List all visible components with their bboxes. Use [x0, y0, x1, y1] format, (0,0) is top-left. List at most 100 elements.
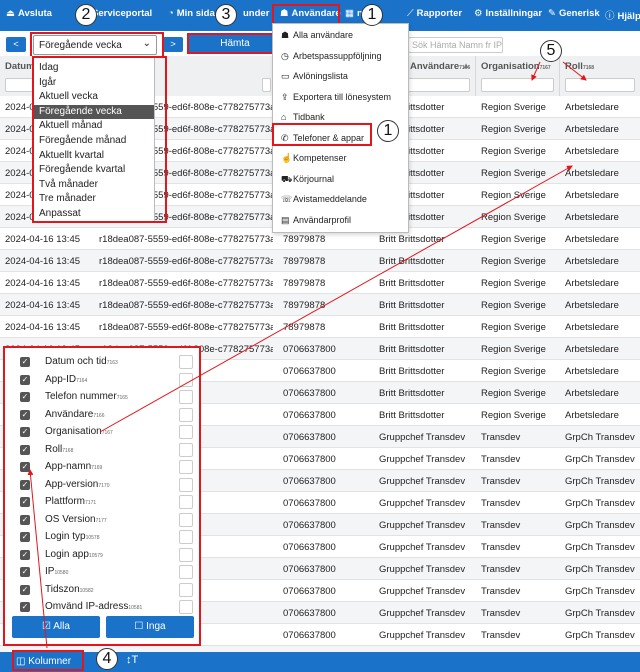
cell-user: Britt Brittsdotter	[379, 278, 445, 289]
user-menu-item[interactable]: ☝Kompetenser	[281, 153, 347, 164]
checkbox-checked-icon[interactable]: ✓	[20, 357, 30, 367]
column-option-box[interactable]	[179, 600, 193, 614]
annotation-box-period-select	[30, 32, 164, 58]
checkbox-checked-icon[interactable]: ✓	[20, 497, 30, 507]
checkbox-checked-icon[interactable]: ✓	[20, 392, 30, 402]
column-option-box[interactable]	[179, 477, 193, 492]
checkbox-checked-icon[interactable]: ✓	[20, 409, 30, 420]
user-menu-item[interactable]: ☗ Alla användare	[281, 30, 353, 41]
column-toggle-row[interactable]: ✓ Login app10579	[9, 547, 195, 565]
cell-role: Arbetsledare	[565, 146, 619, 157]
column-option-box[interactable]	[179, 425, 193, 439]
cell-phone: 0706637800	[283, 476, 336, 487]
cell-user: Britt Brittsdotter	[379, 366, 445, 377]
cell-org: Region Sverige	[481, 344, 546, 355]
column-option-box[interactable]	[179, 495, 193, 509]
nav-partial-under[interactable]: under	[243, 8, 269, 19]
checkbox-checked-icon[interactable]: ✓	[20, 374, 30, 385]
column-toggle-row[interactable]: ✓ App-version7170	[9, 477, 195, 495]
cell-user: Gruppchef Transdev	[379, 564, 466, 575]
cell-user: Gruppchef Transdev	[379, 586, 466, 597]
column-option-box[interactable]	[179, 407, 193, 422]
column-option-box[interactable]	[179, 565, 193, 579]
search-input[interactable]: Sök Hämta Namn fr IP	[408, 37, 503, 53]
column-toggle-row[interactable]: ✓ Användare7166	[9, 407, 195, 425]
user-menu-item[interactable]: ▤ Användarprofil	[281, 215, 351, 226]
nav-installningar[interactable]: ⚙ Inställningar	[474, 8, 542, 19]
cell-phone: 0706637800	[283, 366, 336, 377]
column-toggle-row[interactable]: ✓ App-ID7164	[9, 372, 195, 390]
info-icon: ⓘ	[605, 11, 615, 22]
checkbox-checked-icon[interactable]: ✓	[20, 584, 30, 595]
badge-5: 5	[540, 40, 562, 62]
checkbox-checked-icon[interactable]: ✓	[20, 567, 30, 577]
column-toggle-row[interactable]: ✓ Roll7168	[9, 442, 195, 460]
filter-organisation[interactable]	[481, 78, 554, 92]
next-period-button[interactable]: >	[163, 37, 183, 52]
square-icon: ☐	[134, 621, 147, 632]
column-toggle-row[interactable]: ✓ Plattform7171	[9, 494, 195, 512]
checkbox-checked-icon[interactable]: ✓	[20, 602, 30, 612]
column-option-box[interactable]	[179, 355, 193, 369]
filter-checkbox[interactable]	[262, 78, 271, 92]
cell-org: Region Sverige	[481, 322, 546, 333]
column-toggle-row[interactable]: ✓ IP10580	[9, 564, 195, 582]
checkbox-checked-icon[interactable]: ✓	[20, 549, 30, 560]
checkbox-checked-icon[interactable]: ✓	[20, 532, 30, 542]
checkbox-checked-icon[interactable]: ✓	[20, 479, 30, 490]
cell-role: Arbetsledare	[565, 102, 619, 113]
checkbox-checked-icon[interactable]: ✓	[20, 462, 30, 472]
user-menu-item[interactable]: ⌂ Tidbank	[281, 112, 325, 122]
cell-user: Gruppchef Transdev	[379, 630, 466, 641]
cell-org: Region Sverige	[481, 168, 546, 179]
column-option-box[interactable]	[179, 442, 193, 457]
nav-serviceportal[interactable]: Serviceportal	[92, 8, 152, 19]
column-option-box[interactable]	[179, 372, 193, 387]
cell-app: r18dea087-5559-ed6f-808e-c778275773a3	[99, 256, 273, 267]
table-row[interactable]: 2024-04-16 13:45 r18dea087-5559-ed6f-808e…	[0, 316, 640, 338]
column-toggle-row[interactable]: ✓ App-namn7169	[9, 459, 195, 477]
table-row[interactable]: 2024-04-16 13:45 r18dea087-5559-ed6f-808e…	[0, 250, 640, 272]
column-option-box[interactable]	[179, 460, 193, 474]
table-row[interactable]: 2024-04-16 13:45 r18dea087-5559-ed6f-808e…	[0, 272, 640, 294]
column-option-box[interactable]	[179, 530, 193, 544]
user-menu-item[interactable]: ◷ Arbetspassuppföljning	[281, 51, 382, 62]
column-option-box[interactable]	[179, 547, 193, 562]
column-toggle-row[interactable]: ✓ OS Version7177	[9, 512, 195, 530]
prev-period-button[interactable]: <	[6, 37, 26, 52]
column-toggle-row[interactable]: ✓ Telefon nummer7165	[9, 389, 195, 407]
annotation-box-phones-apps	[272, 123, 372, 146]
nav-hjalp[interactable]: ⓘ Hjälp	[605, 8, 640, 22]
cell-phone: 0706637800	[283, 410, 336, 421]
nav-generisk[interactable]: ✎ Generisk	[548, 8, 600, 19]
user-menu-item[interactable]: ▭ Avlöningslista	[281, 71, 348, 82]
column-toggle-row[interactable]: ✓ Omvänd IP-adress10581	[9, 599, 195, 617]
cell-org: Region Sverige	[481, 388, 546, 399]
column-option-box[interactable]	[179, 512, 193, 527]
checkbox-checked-icon[interactable]: ✓	[20, 444, 30, 455]
cell-phone: 0706637800	[283, 454, 336, 465]
nav-avsluta[interactable]: ⏏ Avsluta	[6, 8, 52, 19]
filter-role[interactable]	[565, 78, 635, 92]
cell-app: r18dea087-5559-ed6f-808e-c778275773a3	[99, 278, 273, 289]
checkbox-checked-icon[interactable]: ✓	[20, 427, 30, 437]
column-toggle-row[interactable]: ✓ Login typ10578	[9, 529, 195, 547]
select-none-columns-button[interactable]: ☐ Inga	[106, 616, 194, 638]
column-option-box[interactable]	[179, 582, 193, 597]
column-toggle-row[interactable]: ✓ Organisation7167	[9, 424, 195, 442]
nav-min-sida[interactable]: ◔ Min sida	[168, 8, 215, 19]
table-row[interactable]: 2024-04-16 13:45 r18dea087-5559-ed6f-808e…	[0, 294, 640, 316]
checkbox-checked-icon[interactable]: ✓	[20, 514, 30, 525]
column-toggle-row[interactable]: ✓ Tidszon10582	[9, 582, 195, 600]
nav-rapporter[interactable]: ⟋ Rapporter	[407, 8, 462, 19]
column-toggle-row[interactable]: ✓ Datum och tid7163	[9, 354, 195, 372]
select-all-columns-button[interactable]: ☑ Alla	[12, 616, 100, 638]
cell-phone: 78979878	[283, 256, 326, 267]
user-menu-item[interactable]: ⇪ Exportera till lönesystem	[281, 92, 391, 103]
header-role[interactable]: Roll7168	[560, 56, 640, 96]
header-organisation[interactable]: Organisation7167	[476, 56, 560, 96]
user-menu-item[interactable]: ⛟Körjournal	[281, 174, 334, 186]
text-height-icon[interactable]: ↕T	[126, 654, 138, 666]
column-option-box[interactable]	[179, 390, 193, 404]
user-menu-item[interactable]: ☏Avistameddelande	[281, 194, 367, 205]
